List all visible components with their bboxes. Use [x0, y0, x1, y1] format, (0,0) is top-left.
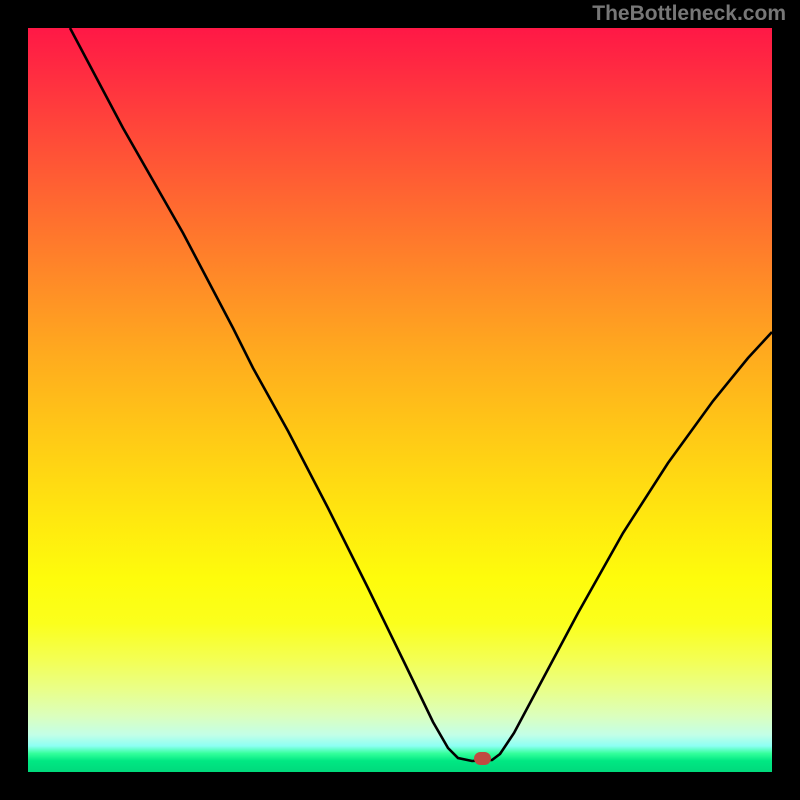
- watermark-label: TheBottleneck.com: [592, 2, 786, 26]
- plot-area: [28, 28, 772, 772]
- curve-svg: [28, 28, 772, 772]
- chart-container: TheBottleneck.com: [0, 0, 800, 800]
- optimal-marker: [474, 752, 491, 765]
- bottleneck-curve: [70, 28, 772, 761]
